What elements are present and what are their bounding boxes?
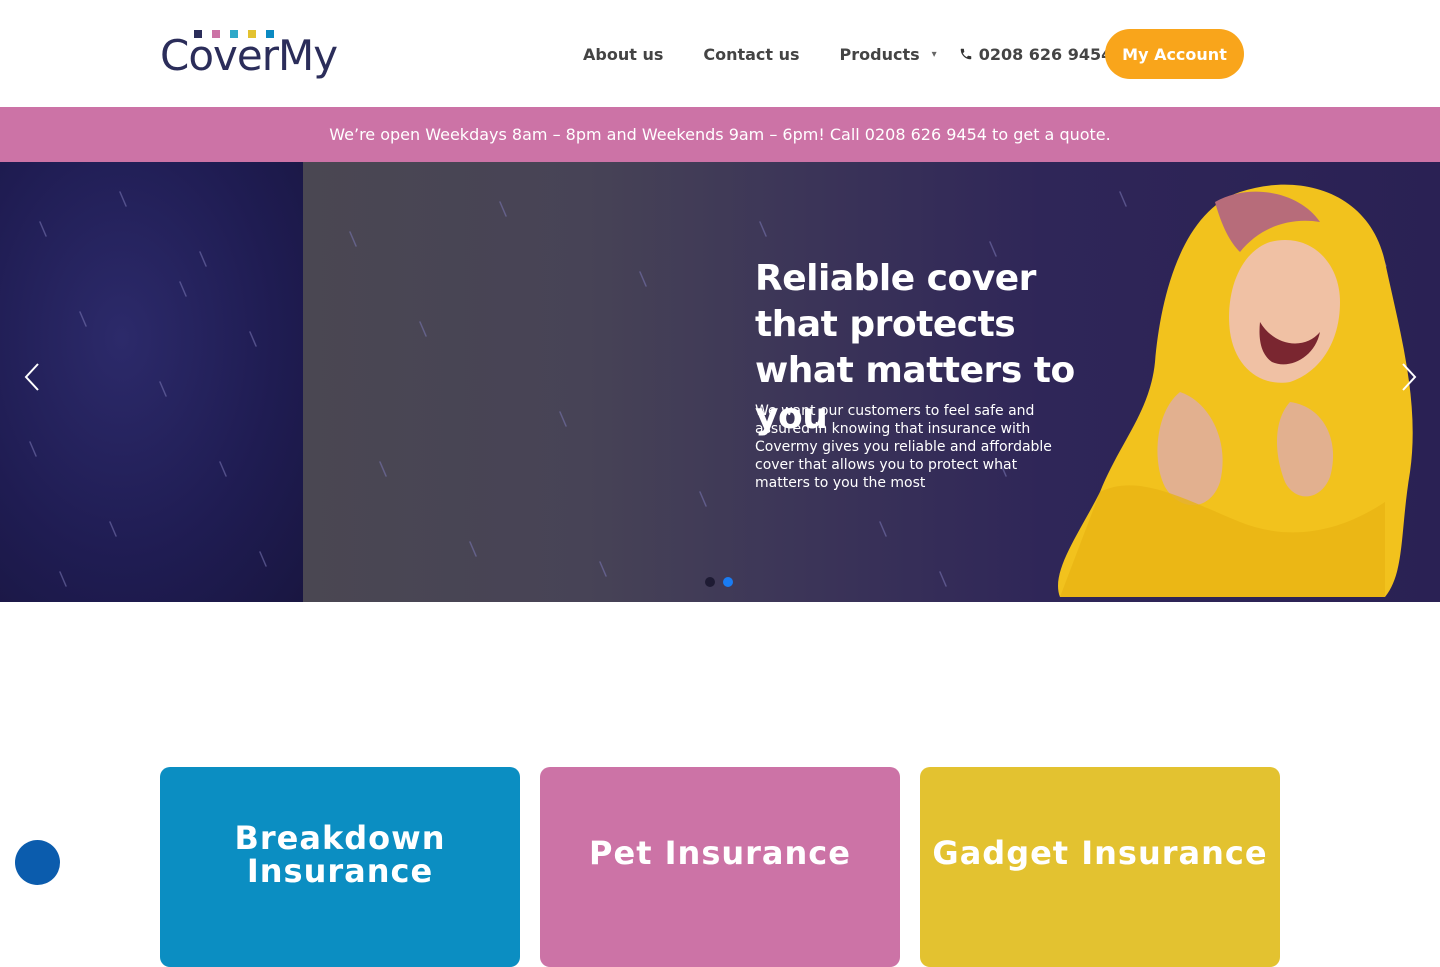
covermy-logo[interactable]: CoverMy <box>160 30 338 80</box>
logo-text: CoverMy <box>160 31 338 80</box>
pet-insurance-card[interactable]: Pet Insurance <box>540 767 900 967</box>
gadget-insurance-card[interactable]: Gadget Insurance <box>920 767 1280 967</box>
breakdown-insurance-card[interactable]: Breakdown Insurance <box>160 767 520 967</box>
chat-widget-button[interactable] <box>15 840 60 885</box>
chevron-down-icon: ▾ <box>931 48 937 60</box>
site-header: CoverMy About us Contact us Products ▾ 0… <box>0 0 1440 107</box>
breakdown-insurance-label: Breakdown Insurance <box>234 819 446 890</box>
nav-products-label: Products <box>839 44 920 64</box>
nav-contact-us[interactable]: Contact us <box>703 45 799 64</box>
hero-subtitle: We want our customers to feel safe and a… <box>755 403 1052 491</box>
previous-slide-arrow-icon[interactable] <box>18 362 48 392</box>
nav-phone[interactable]: 0208 626 9454 <box>959 44 1113 64</box>
nav-products[interactable]: Products ▾ <box>840 45 937 64</box>
slider-dots <box>705 577 733 587</box>
nav-about-us[interactable]: About us <box>583 45 663 64</box>
gadget-insurance-label: Gadget Insurance <box>932 834 1268 872</box>
product-cards: Breakdown Insurance Pet Insurance Gadget… <box>160 767 1280 967</box>
hero-slider: Reliable cover that protects what matter… <box>0 162 1440 602</box>
phone-number: 0208 626 9454 <box>978 44 1113 64</box>
announcement-text: We’re open Weekdays 8am – 8pm and Weeken… <box>329 125 1111 144</box>
next-slide-arrow-icon[interactable] <box>1393 362 1423 392</box>
slider-dot-2[interactable] <box>723 577 733 587</box>
my-account-button[interactable]: My Account <box>1105 29 1244 79</box>
main-nav: About us Contact us Products ▾ 0208 626 … <box>560 30 1112 78</box>
announcement-banner: We’re open Weekdays 8am – 8pm and Weeken… <box>0 107 1440 162</box>
slider-dot-1[interactable] <box>705 577 715 587</box>
phone-icon <box>960 48 971 60</box>
pet-insurance-label: Pet Insurance <box>589 834 851 872</box>
